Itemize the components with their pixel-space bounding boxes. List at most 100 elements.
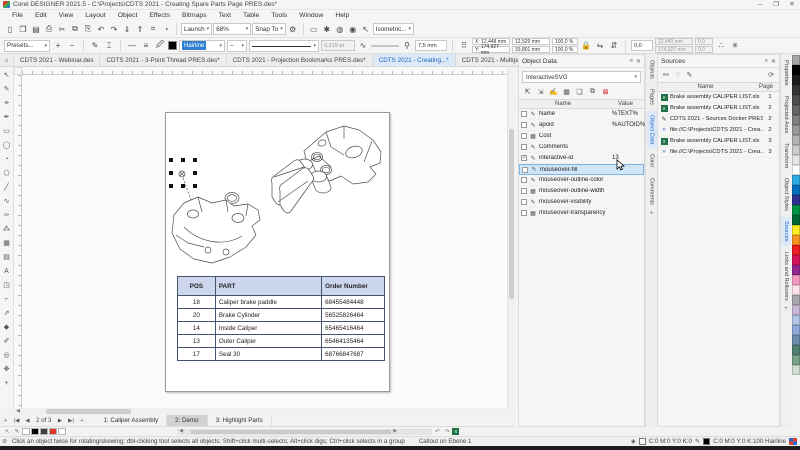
color-chip[interactable] <box>792 315 800 325</box>
break-link-icon[interactable]: ⚯ <box>661 69 671 80</box>
tab-sources[interactable]: Sources <box>781 217 791 246</box>
zoom-level-dropdown[interactable]: 68%▾ <box>213 23 251 35</box>
color-chip[interactable] <box>792 125 800 135</box>
tab-color[interactable]: Color <box>647 150 657 171</box>
field-row-apoid[interactable]: ✎apoid%AUTOID% <box>519 120 644 131</box>
color-chip[interactable] <box>792 365 800 375</box>
table-tool-icon[interactable]: ▦ <box>0 236 13 250</box>
color-chip[interactable] <box>792 95 800 105</box>
menu-edit[interactable]: Edit <box>29 10 53 21</box>
dimension-tool-icon[interactable]: ⌐ <box>0 292 13 306</box>
checkbox[interactable] <box>521 199 527 205</box>
previous-page-icon[interactable]: ◀ <box>22 415 33 426</box>
eyedropper-tool-icon[interactable]: ✐ <box>0 334 13 348</box>
zoom-tool-icon[interactable]: ◎ <box>0 348 13 362</box>
last-page-icon[interactable]: ▶| <box>65 415 76 426</box>
color-chip[interactable] <box>792 165 800 175</box>
color-proof-icon[interactable] <box>789 438 797 445</box>
fill-tool-icon[interactable]: ◆ <box>0 320 13 334</box>
color-chip[interactable] <box>792 245 800 255</box>
field-row-comments[interactable]: ✎Comments <box>519 142 644 153</box>
color-chip[interactable] <box>792 355 800 365</box>
table-row[interactable]: 13 Outer Caliper 65464135464 <box>178 335 385 348</box>
vertical-scrollbar[interactable] <box>507 67 514 408</box>
tab-pages[interactable]: Pages <box>647 85 657 109</box>
outline-pen-icon[interactable]: 🖉 <box>154 39 166 52</box>
page-tab-demo[interactable]: 2: Demo <box>167 415 207 426</box>
col-name[interactable]: Name <box>658 83 753 91</box>
menu-table[interactable]: Table <box>237 10 265 21</box>
color-chip[interactable] <box>792 205 800 215</box>
source-row[interactable]: »file://C:\Projects\CDTS 2021 - Crea...2 <box>658 125 779 136</box>
add-docker-icon[interactable]: + <box>650 211 654 217</box>
table-row[interactable]: 18 Caliper brake paddle 68455484448 <box>178 296 385 309</box>
color-chip[interactable] <box>792 305 800 315</box>
node-align-icon[interactable]: ∴ <box>715 39 727 52</box>
color-chip[interactable] <box>792 225 800 235</box>
doc-tab-creating-active[interactable]: CDTS 2021 - Creating...* <box>373 54 456 66</box>
color-chip[interactable] <box>792 155 800 165</box>
horizontal-scrollbar[interactable]: ◀ <box>14 408 507 415</box>
outline-corner-icon[interactable]: ≡ <box>140 39 152 52</box>
col-value[interactable]: Value <box>607 100 644 108</box>
menu-object[interactable]: Object <box>112 10 144 21</box>
close-icon[interactable]: ✕ <box>636 58 641 65</box>
drawing-canvas[interactable]: POS PART Order Number 18 Caliper brake p… <box>22 75 507 408</box>
doc-tab-webinar[interactable]: CDTS 2021 - Webinar.des <box>14 54 100 66</box>
col-page[interactable]: Page <box>753 83 779 91</box>
paste-icon[interactable]: ⎘ <box>82 23 94 36</box>
color-chip[interactable] <box>792 195 800 205</box>
selection-handle[interactable] <box>193 184 197 188</box>
pan-tool-icon[interactable]: ✥ <box>0 362 13 376</box>
line-style-dropdown[interactable]: ▾ <box>249 40 319 52</box>
color-chip[interactable] <box>792 275 800 285</box>
pick-tool-icon[interactable]: ↖ <box>0 68 13 82</box>
compass-icon[interactable]: ◔ <box>160 23 172 36</box>
palette-eyedropper-icon[interactable]: ✎ <box>13 429 22 435</box>
source-row[interactable]: XBrake assembly CALIPER LIST.xls1 <box>658 92 779 103</box>
selection-handle[interactable] <box>169 184 173 188</box>
snap-to-dropdown[interactable]: Snap To▾ <box>252 23 286 35</box>
graph-paper-tool-icon[interactable]: ▤ <box>0 250 13 264</box>
knife-tool-icon[interactable]: ⌯ <box>0 96 13 110</box>
horizontal-scrollbar-thumb[interactable] <box>46 409 131 414</box>
color-chip[interactable] <box>40 428 48 435</box>
pen-tool-icon[interactable]: ✒ <box>0 110 13 124</box>
close-icon[interactable]: ✕ <box>771 58 776 65</box>
new-field-icon[interactable]: ❏ <box>574 86 585 97</box>
pen-settings-icon[interactable]: ✎ <box>89 39 101 52</box>
minimize-icon[interactable]: – <box>752 0 768 9</box>
open-icon[interactable]: ❒ <box>17 23 29 36</box>
presets-dropdown[interactable]: Presets...▾ <box>4 40 50 52</box>
palette-scrollbar[interactable]: ◀ ▶ <box>177 429 432 435</box>
import-icon[interactable]: ⇓ <box>121 23 133 36</box>
color-chip[interactable] <box>792 75 800 85</box>
symbols-icon[interactable]: ⌗ <box>147 23 159 36</box>
smoothness-slider[interactable] <box>371 45 399 47</box>
line-tool-icon[interactable]: ╱ <box>0 180 13 194</box>
color-chip[interactable] <box>792 175 800 185</box>
source-row[interactable]: ✎CDTS 2021 - Sources Docker PRES...2 <box>658 114 779 125</box>
outline-color-swatch-status[interactable] <box>703 438 710 445</box>
launch-dropdown[interactable]: Launch▾ <box>181 23 212 35</box>
scroll-left-icon[interactable]: ◀ <box>14 408 22 415</box>
refresh-icon[interactable]: ⟳ <box>766 69 776 80</box>
sync-source-icon[interactable]: ◌ <box>673 69 683 80</box>
color-chip[interactable] <box>792 335 800 345</box>
field-row-mouseover-outline-color[interactable]: ✎mouseover-outline-color <box>519 175 644 186</box>
color-chip[interactable] <box>31 428 39 435</box>
tab-objects[interactable]: Objects <box>647 56 657 83</box>
checkbox[interactable] <box>521 122 527 128</box>
selection-handle[interactable] <box>181 158 185 162</box>
vertical-scrollbar-thumb[interactable] <box>509 129 514 299</box>
color-chip[interactable] <box>792 325 800 335</box>
checkbox[interactable] <box>521 177 527 183</box>
menu-text[interactable]: Text <box>213 10 237 21</box>
exploded-caliper-drawing[interactable] <box>168 117 389 273</box>
arc-tool-icon[interactable]: ◔ <box>0 152 13 166</box>
checkbox[interactable] <box>521 210 527 216</box>
arrowhead-dropdown[interactable]: –▾ <box>227 40 247 52</box>
checkbox[interactable] <box>521 111 527 117</box>
palette-scrollbar-thumb[interactable] <box>191 430 391 434</box>
curve-smoothness-icon[interactable]: ∿ <box>357 39 369 52</box>
